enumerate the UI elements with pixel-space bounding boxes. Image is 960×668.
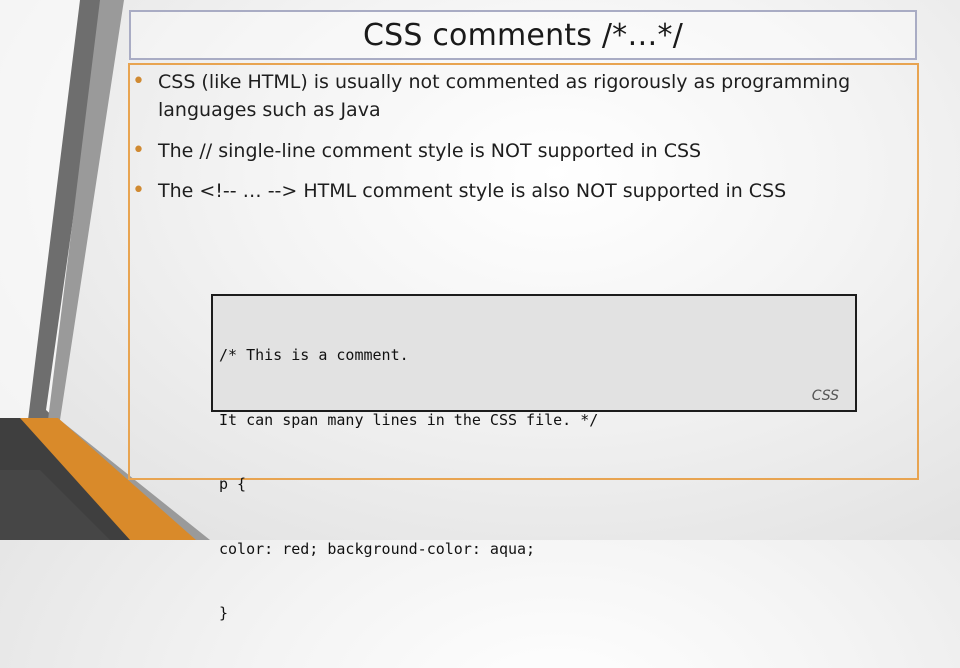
code-language-label: CSS	[811, 388, 839, 404]
code-line: p {	[219, 475, 247, 493]
bullet-dot-icon: •	[132, 138, 145, 163]
bullet-1-line-2: languages such as Java	[158, 99, 381, 121]
bullet-3-text: The <!-- … --> HTML comment style is als…	[158, 180, 787, 202]
code-example-box: /* This is a comment. It can span many l…	[211, 294, 857, 622]
slide-title: CSS comments /*…*/	[362, 17, 684, 53]
code-block: /* This is a comment. It can span many l…	[219, 302, 598, 668]
bullet-dot-icon: •	[132, 69, 145, 94]
bullet-2-text: The // single-line comment style is NOT …	[158, 140, 702, 162]
bullet-dot-icon: •	[132, 178, 145, 203]
code-line: /* This is a comment.	[219, 346, 409, 364]
code-line: }	[219, 604, 229, 622]
code-line: color: red; background-color: aqua;	[219, 539, 536, 558]
bullet-1-line-1: CSS (like HTML) is usually not commented…	[158, 71, 851, 93]
code-line: It can span many lines in the CSS file. …	[219, 410, 599, 429]
title-box: CSS comments /*…*/	[129, 10, 917, 60]
